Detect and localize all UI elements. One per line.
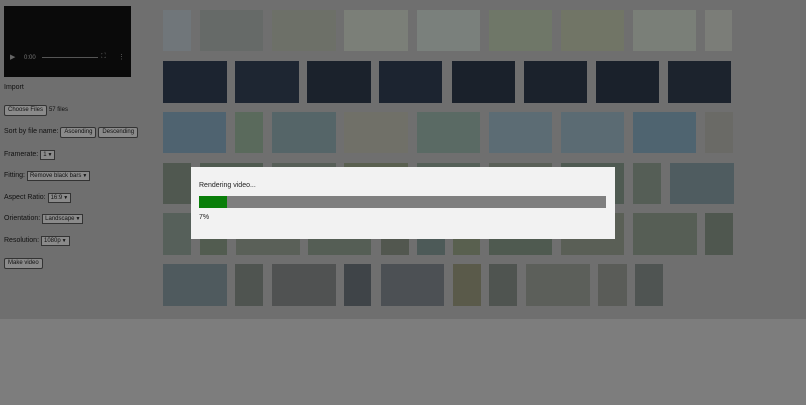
sort-label: Sort by file name: [4,128,59,135]
photo-thumbnail[interactable] [705,213,733,255]
resolution-select[interactable]: 1080p▼ [40,236,70,246]
sort-ascending-button[interactable]: Ascending [60,127,97,138]
progress-bar-fill [199,196,228,208]
file-count: 57 files [48,107,68,113]
photo-thumbnail[interactable] [235,112,263,153]
chevron-down-icon: ▼ [63,195,69,201]
photo-thumbnail[interactable] [596,61,659,103]
photo-thumbnail[interactable] [633,10,696,51]
photo-thumbnail[interactable] [381,264,444,306]
fitting-value: Remove black bars [29,173,82,179]
photo-thumbnail[interactable] [668,61,731,103]
fullscreen-icon[interactable]: ⛶ [101,53,106,61]
chevron-down-icon: ▼ [61,238,67,244]
photo-thumbnail[interactable] [489,112,552,153]
video-player[interactable]: ▶ 0:00 ⛶ ⋮ [4,6,131,77]
import-heading: Import [4,84,24,91]
photo-thumbnail[interactable] [705,10,732,51]
photo-thumbnail[interactable] [344,264,371,306]
photo-thumbnail[interactable] [163,112,226,153]
page-background [0,319,806,405]
control-panel: ▶ 0:00 ⛶ ⋮ Import Choose Files 57 files … [0,0,150,319]
photo-thumbnail[interactable] [561,112,624,153]
file-picker-row: Choose Files 57 files [4,105,68,116]
sort-row: Sort by file name: Ascending Descending [4,127,139,138]
aspect-ratio-select[interactable]: 16:9▼ [47,193,72,203]
photo-thumbnail[interactable] [235,61,299,103]
chevron-down-icon: ▼ [47,152,53,158]
photo-thumbnail[interactable] [163,10,191,51]
framerate-label: Framerate: [4,151,39,158]
resolution-label: Resolution: [4,237,40,244]
play-icon[interactable]: ▶ [10,53,15,61]
chevron-down-icon: ▼ [75,216,81,222]
make-video-button[interactable]: Make video [4,258,43,269]
photo-thumbnail[interactable] [452,61,515,103]
photo-thumbnail[interactable] [163,264,227,306]
photo-thumbnail[interactable] [633,163,661,204]
photo-thumbnail[interactable] [489,10,552,51]
photo-thumbnail[interactable] [489,264,517,306]
photo-thumbnail[interactable] [526,264,590,306]
fitting-row: Fitting: Remove black bars▼ [4,171,91,181]
framerate-value: 1 [43,152,47,158]
photo-thumbnail[interactable] [307,61,371,103]
photo-thumbnail[interactable] [163,213,191,255]
photo-thumbnail[interactable] [417,10,480,51]
photo-thumbnail[interactable] [272,112,336,153]
orientation-select[interactable]: Landscape▼ [42,214,84,224]
make-video-row: Make video [4,258,43,269]
photo-thumbnail[interactable] [453,264,481,306]
photo-thumbnail[interactable] [163,61,227,103]
progress-percent: 7% [199,214,210,221]
framerate-select[interactable]: 1▼ [40,150,56,160]
choose-files-button[interactable]: Choose Files [4,105,48,116]
render-status-text: Rendering video... [199,182,256,189]
orientation-value: Landscape [45,216,75,222]
photo-thumbnail[interactable] [344,10,408,51]
photo-thumbnail[interactable] [670,163,734,204]
photo-thumbnail[interactable] [524,61,587,103]
fitting-label: Fitting: [4,172,26,179]
app-window: ▶ 0:00 ⛶ ⋮ Import Choose Files 57 files … [0,0,806,319]
aspect-ratio-row: Aspect Ratio: 16:9▼ [4,193,72,203]
photo-thumbnail[interactable] [379,61,442,103]
orientation-label: Orientation: [4,215,41,222]
photo-thumbnail[interactable] [561,10,624,51]
photo-thumbnail[interactable] [272,264,336,306]
aspect-ratio-label: Aspect Ratio: [4,194,46,201]
render-progress-dialog: Rendering video... 7% [191,167,615,239]
chevron-down-icon: ▼ [82,173,88,179]
resolution-row: Resolution: 1080p▼ [4,236,70,246]
photo-thumbnail[interactable] [633,213,697,255]
photo-thumbnail[interactable] [344,112,408,153]
progress-bar [199,196,606,208]
video-time: 0:00 [24,55,36,61]
photo-thumbnail[interactable] [272,10,336,51]
sort-descending-button[interactable]: Descending [98,127,139,138]
fitting-select[interactable]: Remove black bars▼ [26,171,91,181]
resolution-value: 1080p [43,238,61,244]
photo-thumbnail[interactable] [705,112,733,153]
photo-thumbnail[interactable] [598,264,627,306]
aspect-ratio-value: 16:9 [50,195,63,201]
video-seek-bar[interactable] [42,57,98,58]
photo-thumbnail[interactable] [163,163,191,204]
photo-thumbnail[interactable] [633,112,696,153]
more-options-icon[interactable]: ⋮ [118,53,125,61]
photo-thumbnail[interactable] [200,10,263,51]
photo-thumbnail[interactable] [235,264,263,306]
photo-thumbnail[interactable] [417,112,480,153]
framerate-row: Framerate: 1▼ [4,150,56,160]
photo-thumbnail[interactable] [635,264,663,306]
orientation-row: Orientation: Landscape▼ [4,214,84,224]
